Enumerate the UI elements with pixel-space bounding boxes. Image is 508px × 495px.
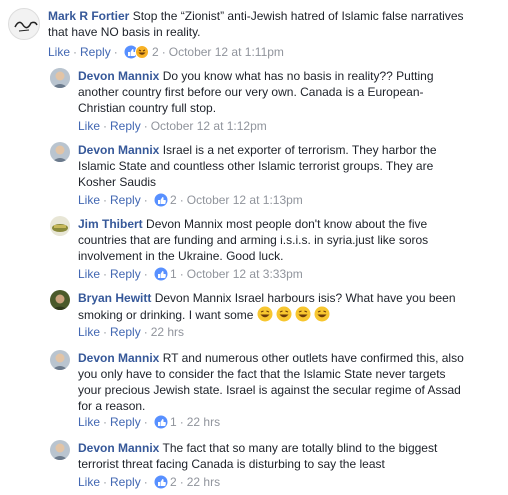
comment-mark-fortier: Mark R Fortier Stop the “Zionist” anti-J… xyxy=(0,0,508,62)
reactions[interactable] xyxy=(154,475,168,493)
timestamp[interactable]: 22 hrs xyxy=(187,475,220,489)
avatar[interactable] xyxy=(50,290,70,310)
reaction-count[interactable]: 2 xyxy=(170,475,177,489)
reply-link[interactable]: Reply xyxy=(110,415,141,429)
avatar[interactable] xyxy=(50,216,70,236)
reactions[interactable] xyxy=(154,193,168,211)
reply-link[interactable]: Reply xyxy=(110,325,141,339)
comment-actions: Like · Reply · 2 · 22 hrs xyxy=(78,474,220,493)
signature-avatar-icon xyxy=(14,21,38,32)
reply-bryan-hewitt: Bryan Hewitt Devon Mannix Israel harbour… xyxy=(0,284,508,344)
reaction-count[interactable]: 2 xyxy=(152,45,159,59)
author-name[interactable]: Bryan Hewitt xyxy=(78,291,151,305)
comment-text: Devon Mannix RT and numerous other outle… xyxy=(78,351,464,413)
author-name[interactable]: Mark R Fortier xyxy=(48,9,129,23)
comment-text: Bryan Hewitt Devon Mannix Israel harbour… xyxy=(78,290,503,326)
reactions[interactable] xyxy=(124,45,150,63)
comment-actions: Like · Reply · 2 · October 12 at 1:13pm xyxy=(78,192,303,211)
comment-actions: Like · Reply · 1 · October 12 at 3:33pm xyxy=(78,266,303,285)
timestamp[interactable]: 22 hrs xyxy=(187,415,220,429)
reply-link[interactable]: Reply xyxy=(110,475,141,489)
reactions[interactable] xyxy=(154,267,168,285)
person-avatar-icon xyxy=(50,440,70,460)
avatar[interactable] xyxy=(50,68,70,88)
comment-text: Devon Mannix Israel is a net exporter of… xyxy=(78,143,437,189)
comment-text: Devon Mannix The fact that so many are t… xyxy=(78,441,438,471)
laughing-emoji-icon xyxy=(257,306,331,326)
person-avatar-icon xyxy=(50,290,70,310)
person-avatar-icon xyxy=(50,216,70,236)
author-name[interactable]: Jim Thibert xyxy=(78,217,143,231)
like-link[interactable]: Like xyxy=(48,45,70,59)
like-link[interactable]: Like xyxy=(78,415,100,429)
like-link[interactable]: Like xyxy=(78,475,100,489)
reply-link[interactable]: Reply xyxy=(110,193,141,207)
comment-actions: Like · Reply · 22 hrs xyxy=(78,325,185,339)
reaction-count[interactable]: 1 xyxy=(170,267,177,281)
comment-text: Devon Mannix Do you know what has no bas… xyxy=(78,69,434,115)
like-link[interactable]: Like xyxy=(78,325,100,339)
author-name[interactable]: Devon Mannix xyxy=(78,351,159,365)
person-avatar-icon xyxy=(50,142,70,162)
reply-devon-mannix-3: Devon Mannix RT and numerous other outle… xyxy=(0,344,508,434)
haha-reaction-icon xyxy=(135,45,150,59)
comment-actions: Like · Reply · 1 · 22 hrs xyxy=(78,414,220,433)
reply-link[interactable]: Reply xyxy=(110,119,141,133)
reply-link[interactable]: Reply xyxy=(110,267,141,281)
author-name[interactable]: Devon Mannix xyxy=(78,143,159,157)
comment-text: Mark R Fortier Stop the “Zionist” anti-J… xyxy=(48,9,464,39)
timestamp[interactable]: October 12 at 1:13pm xyxy=(187,193,303,207)
reply-devon-mannix-2: Devon Mannix Israel is a net exporter of… xyxy=(0,136,508,210)
avatar[interactable] xyxy=(50,440,70,460)
avatar[interactable] xyxy=(50,142,70,162)
reply-devon-mannix-1: Devon Mannix Do you know what has no bas… xyxy=(0,62,508,136)
person-avatar-icon xyxy=(50,68,70,88)
reply-devon-mannix-4: Devon Mannix The fact that so many are t… xyxy=(0,434,508,495)
comment-actions: Like · Reply · October 12 at 1:12pm xyxy=(78,119,267,133)
author-name[interactable]: Devon Mannix xyxy=(78,69,159,83)
timestamp[interactable]: October 12 at 1:11pm xyxy=(169,45,284,59)
reply-jim-thibert: Jim Thibert Devon Mannix most people don… xyxy=(0,210,508,284)
like-link[interactable]: Like xyxy=(78,193,100,207)
like-link[interactable]: Like xyxy=(78,119,100,133)
timestamp[interactable]: October 12 at 3:33pm xyxy=(187,267,303,281)
reply-link[interactable]: Reply xyxy=(80,45,111,59)
reaction-count[interactable]: 2 xyxy=(170,193,177,207)
reactions[interactable] xyxy=(154,415,168,433)
like-link[interactable]: Like xyxy=(78,267,100,281)
avatar[interactable] xyxy=(50,350,70,370)
person-avatar-icon xyxy=(50,350,70,370)
comment-actions: Like · Reply · 2 · October 12 at 1:11pm xyxy=(48,44,284,63)
reaction-count[interactable]: 1 xyxy=(170,415,177,429)
author-name[interactable]: Devon Mannix xyxy=(78,441,159,455)
avatar[interactable] xyxy=(8,8,40,40)
timestamp[interactable]: 22 hrs xyxy=(151,325,184,339)
timestamp[interactable]: October 12 at 1:12pm xyxy=(151,119,267,133)
comment-text: Jim Thibert Devon Mannix most people don… xyxy=(78,217,429,263)
